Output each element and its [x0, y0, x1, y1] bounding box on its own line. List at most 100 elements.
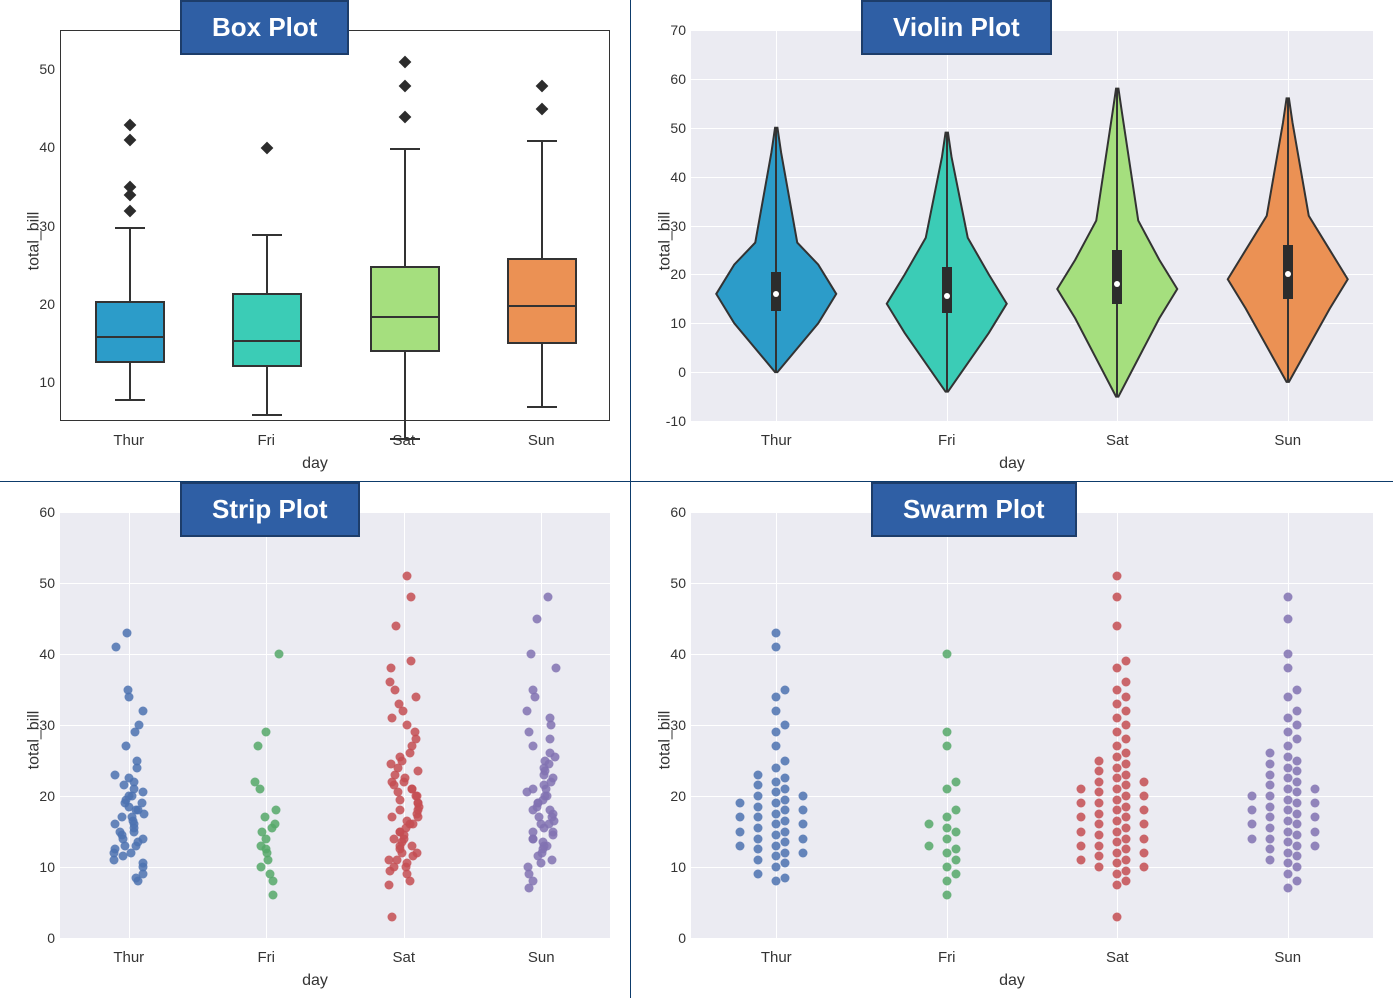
- data-point: [122, 628, 131, 637]
- outlier: [398, 111, 411, 124]
- y-tick: 70: [651, 22, 686, 38]
- data-point: [412, 692, 421, 701]
- data-point: [1292, 788, 1301, 797]
- data-point: [529, 784, 538, 793]
- data-point: [524, 728, 533, 737]
- data-point: [1113, 571, 1122, 580]
- data-point: [799, 806, 808, 815]
- x-tick: Fri: [258, 949, 276, 966]
- data-point: [1122, 749, 1131, 758]
- data-point: [1283, 692, 1292, 701]
- data-point: [772, 692, 781, 701]
- data-point: [1095, 767, 1104, 776]
- data-point: [256, 863, 265, 872]
- data-point: [387, 664, 396, 673]
- data-point: [1310, 784, 1319, 793]
- y-tick: 40: [20, 139, 55, 155]
- data-point: [1122, 802, 1131, 811]
- y-tick: 50: [651, 575, 686, 591]
- x-tick: Sun: [1274, 949, 1301, 966]
- data-point: [386, 760, 395, 769]
- data-point: [384, 880, 393, 889]
- data-point: [1283, 870, 1292, 879]
- data-point: [1077, 827, 1086, 836]
- data-point: [407, 784, 416, 793]
- data-point: [1292, 863, 1301, 872]
- data-point: [942, 650, 951, 659]
- data-point: [951, 845, 960, 854]
- box-Fri: [232, 293, 302, 367]
- violin-plot-title: Violin Plot: [861, 0, 1052, 55]
- data-point: [1283, 763, 1292, 772]
- data-point: [1292, 852, 1301, 861]
- data-point: [1113, 685, 1122, 694]
- data-point: [1113, 713, 1122, 722]
- data-point: [1292, 820, 1301, 829]
- data-point: [1095, 809, 1104, 818]
- data-point: [1283, 859, 1292, 868]
- data-point: [942, 891, 951, 900]
- data-point: [781, 838, 790, 847]
- y-tick: 20: [20, 788, 55, 804]
- data-point: [754, 823, 763, 832]
- data-point: [942, 823, 951, 832]
- data-point: [1283, 784, 1292, 793]
- data-point: [1122, 834, 1131, 843]
- data-point: [1283, 650, 1292, 659]
- data-point: [1265, 792, 1274, 801]
- data-point: [1292, 735, 1301, 744]
- violin-plot-area: [691, 30, 1373, 421]
- data-point: [546, 806, 555, 815]
- box-Sun: [507, 258, 577, 344]
- data-point: [1283, 742, 1292, 751]
- data-point: [1113, 774, 1122, 783]
- box-plot-panel: Box Plot total_bill day 1020304050ThurFr…: [0, 0, 630, 481]
- data-point: [1292, 777, 1301, 786]
- data-point: [1140, 806, 1149, 815]
- data-point: [124, 774, 133, 783]
- data-point: [391, 621, 400, 630]
- y-tick: 40: [651, 646, 686, 662]
- data-point: [1283, 795, 1292, 804]
- data-point: [1122, 877, 1131, 886]
- data-point: [549, 774, 558, 783]
- data-point: [1122, 706, 1131, 715]
- data-point: [1292, 721, 1301, 730]
- data-point: [132, 756, 141, 765]
- x-tick: Sun: [528, 432, 555, 449]
- data-point: [118, 813, 127, 822]
- data-point: [1095, 852, 1104, 861]
- violin-Sun: [691, 30, 1373, 421]
- data-point: [781, 806, 790, 815]
- data-point: [123, 685, 132, 694]
- data-point: [951, 855, 960, 864]
- outlier: [123, 134, 136, 147]
- data-point: [754, 870, 763, 879]
- data-point: [772, 777, 781, 786]
- data-point: [1095, 777, 1104, 786]
- x-axis-label: day: [999, 455, 1025, 473]
- data-point: [736, 813, 745, 822]
- data-point: [781, 784, 790, 793]
- x-tick: Thur: [113, 432, 144, 449]
- x-tick: Thur: [761, 949, 792, 966]
- y-tick: 30: [20, 717, 55, 733]
- data-point: [1283, 848, 1292, 857]
- swarm-plot-area: [691, 512, 1373, 938]
- data-point: [772, 628, 781, 637]
- data-point: [272, 806, 281, 815]
- data-point: [268, 891, 277, 900]
- y-tick: 50: [651, 120, 686, 136]
- data-point: [250, 777, 259, 786]
- data-point: [1140, 777, 1149, 786]
- outlier: [536, 103, 549, 116]
- data-point: [754, 802, 763, 811]
- x-tick: Sat: [1106, 432, 1129, 449]
- data-point: [1122, 866, 1131, 875]
- swarm-plot-title: Swarm Plot: [871, 482, 1077, 537]
- data-point: [1113, 848, 1122, 857]
- y-tick: 20: [20, 296, 55, 312]
- data-point: [754, 792, 763, 801]
- data-point: [1140, 863, 1149, 872]
- data-point: [1292, 756, 1301, 765]
